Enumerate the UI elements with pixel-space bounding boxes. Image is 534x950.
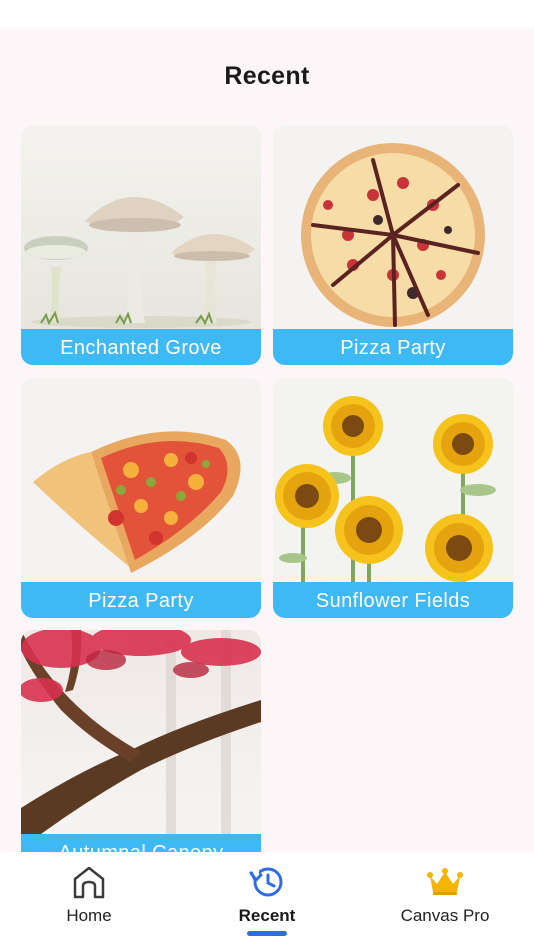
tab-label: Canvas Pro	[400, 906, 490, 925]
recent-card-pizza-party-1[interactable]: Pizza Party	[273, 125, 513, 365]
card-title: Sunflower Fields	[273, 582, 513, 618]
card-image-pizza-whole	[273, 125, 513, 329]
card-image-pizza-slice	[21, 378, 261, 582]
crown-icon	[427, 868, 463, 895]
card-image-autumn-tree	[21, 630, 261, 834]
active-tab-indicator	[247, 931, 287, 936]
bottom-tab-bar: Home Recent Canvas Pro	[0, 852, 534, 950]
recent-grid: Recent Enchanted Grove Pizza Party Pizza…	[0, 0, 534, 852]
history-icon	[249, 867, 283, 897]
tab-label: Home	[66, 906, 112, 925]
app-screen: Recent Enchanted Grove Pizza Party Pizza…	[0, 0, 534, 950]
recent-card-sunflower-fields[interactable]: Sunflower Fields	[273, 378, 513, 618]
card-title: Autumnal Canopy	[21, 834, 261, 852]
tab-canvas-pro[interactable]: Canvas Pro	[356, 852, 534, 950]
recent-card-autumnal-canopy[interactable]: Autumnal Canopy	[21, 630, 261, 852]
page-title: Recent	[224, 62, 310, 90]
recent-card-enchanted-grove[interactable]: Enchanted Grove	[21, 125, 261, 365]
home-icon	[73, 866, 105, 899]
card-title: Enchanted Grove	[21, 329, 261, 365]
recent-card-pizza-party-2[interactable]: Pizza Party	[21, 378, 261, 618]
card-title: Pizza Party	[21, 582, 261, 618]
tab-label: Recent	[238, 906, 296, 925]
card-title: Pizza Party	[273, 329, 513, 365]
card-image-sunflowers	[273, 378, 513, 582]
tab-home[interactable]: Home	[0, 852, 178, 950]
tab-recent[interactable]: Recent	[178, 852, 356, 950]
card-image-mushrooms	[21, 125, 261, 329]
